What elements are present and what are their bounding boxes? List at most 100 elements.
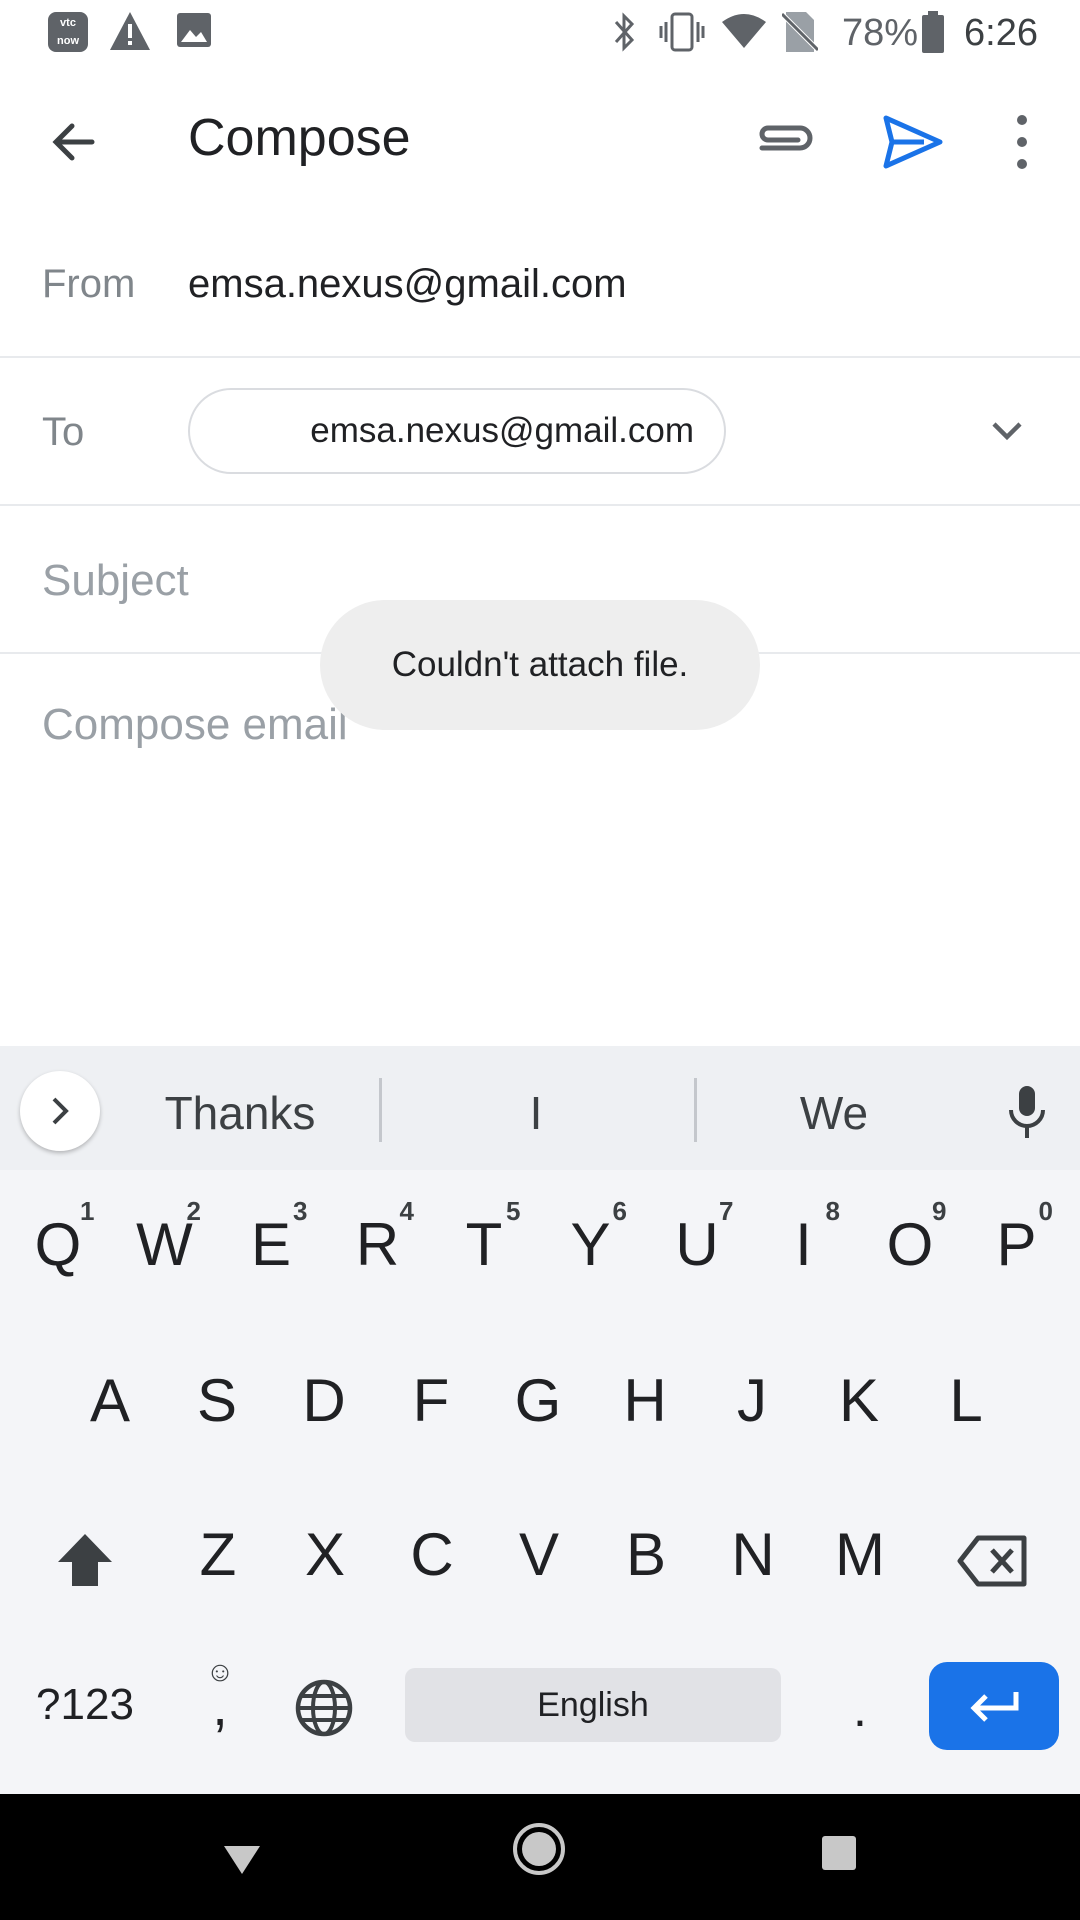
back-button[interactable] (40, 108, 108, 176)
toast-message: Couldn't attach file. (391, 645, 689, 684)
error-toast: Couldn't attach file. (320, 600, 760, 730)
attach-button[interactable] (750, 108, 818, 176)
key-c[interactable]: C (382, 1520, 482, 1589)
key-label: M (835, 1521, 885, 1588)
key-x[interactable]: X (275, 1520, 375, 1589)
key-y[interactable]: Y6 (541, 1196, 641, 1279)
battery-icon (922, 11, 944, 53)
voice-input-button[interactable] (1002, 1080, 1052, 1144)
key-z[interactable]: Z (168, 1520, 268, 1589)
chevron-down-icon (992, 422, 1022, 441)
key-g[interactable]: G (488, 1366, 588, 1435)
send-icon (883, 115, 943, 169)
key-r[interactable]: R4 (328, 1196, 428, 1279)
key-label: O (886, 1211, 934, 1278)
suggestion-2[interactable]: I (436, 1086, 636, 1140)
key-t[interactable]: T5 (434, 1196, 534, 1279)
status-bar: vtc now 78% 6:26 (0, 0, 1080, 64)
suggestion-separator (379, 1078, 382, 1142)
shift-key[interactable] (52, 1528, 118, 1594)
key-k[interactable]: K (809, 1366, 909, 1435)
key-p[interactable]: P0 (967, 1196, 1067, 1279)
key-label: E (250, 1211, 292, 1278)
recipient-chip[interactable]: emsa.nexus@gmail.com (188, 388, 726, 474)
key-label: Y (570, 1211, 611, 1278)
suggestion-3[interactable]: We (734, 1086, 934, 1140)
from-label: From (42, 262, 136, 306)
key-v[interactable]: V (489, 1520, 589, 1589)
vibrate-icon (659, 12, 705, 52)
key-f[interactable]: F (381, 1366, 481, 1435)
back-arrow-icon (52, 123, 95, 161)
bluetooth-icon (614, 12, 635, 52)
recipient-chip-text: emsa.nexus@gmail.com (310, 411, 694, 450)
comma-label: , (212, 1674, 228, 1737)
language-switch-key[interactable] (292, 1676, 356, 1740)
key-number-hint: 2 (186, 1196, 201, 1226)
from-value[interactable]: emsa.nexus@gmail.com (188, 262, 627, 307)
key-label: N (731, 1521, 775, 1588)
backspace-key[interactable] (956, 1528, 1032, 1594)
nav-home-button[interactable] (510, 1820, 568, 1878)
nav-recents-button[interactable] (816, 1830, 864, 1878)
suggestion-1[interactable]: Thanks (130, 1086, 350, 1140)
nav-back-button[interactable] (218, 1834, 266, 1882)
emoji-comma-key[interactable]: ☺ , (190, 1656, 250, 1756)
key-i[interactable]: I8 (754, 1196, 854, 1279)
key-label: A (89, 1367, 131, 1434)
page-title: Compose (188, 109, 411, 167)
key-m[interactable]: M (810, 1520, 910, 1589)
key-label: T (465, 1211, 503, 1278)
key-j[interactable]: J (702, 1366, 802, 1435)
key-w[interactable]: W2 (115, 1196, 215, 1279)
key-number-hint: 3 (293, 1196, 308, 1226)
key-label: U (675, 1211, 719, 1278)
key-label: C (410, 1521, 454, 1588)
key-n[interactable]: N (703, 1520, 803, 1589)
triangle-back-icon (224, 1846, 260, 1874)
key-s[interactable]: S (167, 1366, 267, 1435)
key-q[interactable]: Q1 (8, 1196, 108, 1279)
more-options-button[interactable] (1002, 104, 1042, 180)
more-vert-icon (1017, 115, 1027, 169)
divider (0, 504, 1080, 506)
warning-icon (110, 12, 150, 50)
key-number-hint: 0 (1038, 1196, 1053, 1226)
symbols-key[interactable]: ?123 (30, 1680, 140, 1730)
enter-arrow-icon (970, 1692, 1019, 1722)
key-label: J (737, 1367, 767, 1434)
subject-input[interactable]: Subject (42, 556, 189, 606)
key-d[interactable]: D (274, 1366, 374, 1435)
wifi-icon (722, 14, 766, 48)
expand-toolbar-button[interactable] (20, 1071, 100, 1151)
home-circle-icon (513, 1823, 565, 1875)
key-label: G (514, 1367, 562, 1434)
key-number-hint: 1 (80, 1196, 95, 1226)
key-label: Q (34, 1211, 82, 1278)
key-h[interactable]: H (595, 1366, 695, 1435)
key-a[interactable]: A (60, 1366, 160, 1435)
send-button[interactable] (874, 104, 950, 180)
key-b[interactable]: B (596, 1520, 696, 1589)
compose-body-input[interactable]: Compose email (42, 700, 348, 750)
clock: 6:26 (964, 12, 1038, 54)
key-label: W (136, 1211, 193, 1278)
enter-key[interactable] (929, 1662, 1059, 1750)
key-label: V (518, 1521, 560, 1588)
key-number-hint: 8 (825, 1196, 840, 1226)
key-label: R (355, 1211, 400, 1278)
expand-recipients-button[interactable] (982, 406, 1032, 456)
key-u[interactable]: U7 (647, 1196, 747, 1279)
key-e[interactable]: E3 (221, 1196, 321, 1279)
battery-percent: 78% (842, 12, 919, 54)
period-key[interactable]: . (830, 1680, 890, 1738)
key-label: P (996, 1211, 1037, 1278)
key-number-hint: 5 (506, 1196, 521, 1226)
key-l[interactable]: L (916, 1366, 1016, 1435)
chevron-right-icon (52, 1097, 69, 1125)
divider (0, 356, 1080, 358)
key-o[interactable]: O9 (860, 1196, 960, 1279)
space-bar-label: English (537, 1685, 649, 1724)
space-bar[interactable]: English (405, 1668, 781, 1742)
key-label: F (412, 1367, 450, 1434)
